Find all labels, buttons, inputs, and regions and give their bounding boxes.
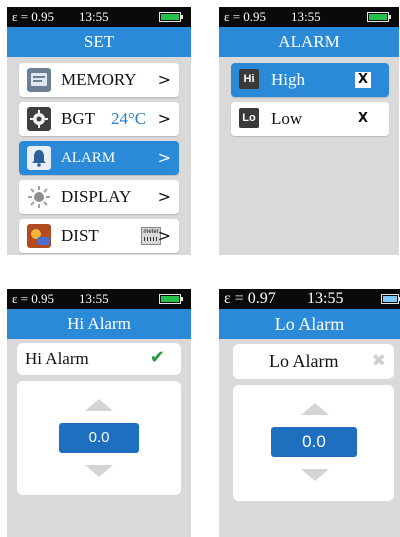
menu-item-label: MEMORY xyxy=(61,70,137,89)
alarm-screen: ε = 0.95 13:55 ALARM Hi High X Lo Low X xyxy=(219,7,399,255)
alarm-item-label: Low xyxy=(271,109,303,128)
gear-icon xyxy=(27,107,51,131)
memory-icon xyxy=(27,68,51,92)
battery-full-icon xyxy=(367,12,391,22)
check-icon: ✔ xyxy=(149,347,165,368)
clock: 13:55 xyxy=(291,9,321,24)
screen-title: Lo Alarm xyxy=(219,309,400,339)
emissivity-readout: ε = 0.95 xyxy=(224,9,267,24)
background-temperature-value: 24°C xyxy=(111,109,147,128)
disabled-x-icon: X xyxy=(355,72,371,88)
clock: 13:55 xyxy=(79,291,109,306)
battery-full-icon xyxy=(159,294,183,304)
increase-arrow-icon[interactable] xyxy=(85,399,113,411)
menu-item-dist[interactable]: DIST meter > xyxy=(19,219,179,253)
battery-full-icon xyxy=(159,12,183,22)
emissivity-readout: ε = 0.97 xyxy=(224,290,276,307)
lo-alarm-value[interactable]: 0.0 xyxy=(271,427,357,457)
toggle-label: Lo Alarm xyxy=(269,351,339,371)
status-bar: ε = 0.95 13:55 xyxy=(7,289,191,309)
clock: 13:55 xyxy=(307,290,344,307)
lo-alarm-screen: ε = 0.97 13:55 Lo Alarm Lo Alarm ✖ 0.0 xyxy=(219,289,400,537)
emissivity-readout: ε = 0.95 xyxy=(12,9,55,24)
bell-icon xyxy=(27,146,51,170)
menu-item-memory[interactable]: MEMORY > xyxy=(19,63,179,97)
distance-icon xyxy=(27,224,51,248)
menu-item-label: DISPLAY xyxy=(61,187,132,206)
brightness-icon xyxy=(27,185,51,209)
chevron-right-icon: > xyxy=(157,148,171,167)
emissivity-readout: ε = 0.95 xyxy=(12,291,55,306)
decrease-arrow-icon[interactable] xyxy=(301,469,329,481)
screen-title: Hi Alarm xyxy=(7,309,191,339)
menu-item-bgt[interactable]: BGT 24°C > xyxy=(19,102,179,136)
chevron-right-icon: > xyxy=(157,109,171,128)
disabled-x-icon: X xyxy=(357,111,369,126)
alarm-item-low[interactable]: Lo Low X xyxy=(231,102,389,136)
set-screen: ε = 0.95 13:55 SET MEMORY > BGT 24°C > A… xyxy=(7,7,191,255)
hi-badge-icon: Hi xyxy=(239,69,259,89)
status-bar: ε = 0.95 13:55 xyxy=(219,7,399,27)
hi-alarm-screen: ε = 0.95 13:55 Hi Alarm Hi Alarm ✔ 0.0 xyxy=(7,289,191,537)
alarm-item-high[interactable]: Hi High X xyxy=(231,63,389,97)
hi-alarm-value-panel: 0.0 xyxy=(17,381,181,495)
lo-alarm-value-panel: 0.0 xyxy=(233,385,394,501)
screen-title: ALARM xyxy=(219,27,399,57)
status-bar: ε = 0.97 13:55 xyxy=(219,289,400,309)
chevron-right-icon: > xyxy=(157,187,171,206)
menu-item-display[interactable]: DISPLAY > xyxy=(19,180,179,214)
hi-alarm-value[interactable]: 0.0 xyxy=(59,423,139,453)
decrease-arrow-icon[interactable] xyxy=(85,465,113,477)
screen-title: SET xyxy=(7,27,191,57)
menu-item-label: DIST xyxy=(61,226,99,245)
toggle-label: Hi Alarm xyxy=(25,349,89,368)
battery-full-icon xyxy=(381,294,400,304)
menu-item-label: BGT xyxy=(61,109,95,128)
hi-alarm-toggle[interactable]: Hi Alarm ✔ xyxy=(17,343,181,375)
clock: 13:55 xyxy=(79,9,109,24)
status-bar: ε = 0.95 13:55 xyxy=(7,7,191,27)
menu-item-alarm[interactable]: ALARM > xyxy=(19,141,179,175)
lo-alarm-toggle[interactable]: Lo Alarm ✖ xyxy=(233,344,394,379)
lo-badge-icon: Lo xyxy=(239,108,259,128)
alarm-item-label: High xyxy=(271,70,305,89)
chevron-right-icon: > xyxy=(157,226,171,245)
chevron-right-icon: > xyxy=(157,70,171,89)
increase-arrow-icon[interactable] xyxy=(301,403,329,415)
menu-item-label: ALARM xyxy=(61,150,116,166)
close-icon: ✖ xyxy=(371,351,386,371)
